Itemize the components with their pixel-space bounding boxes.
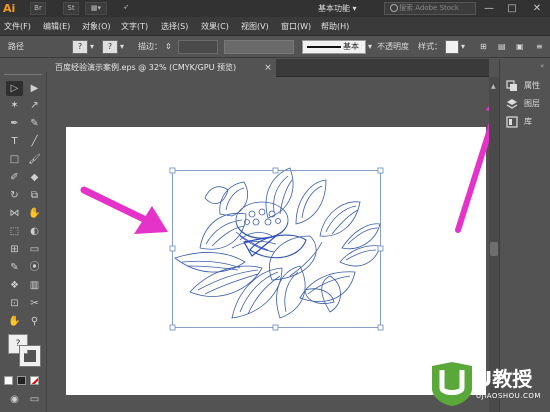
panel-properties-label: 属性 [524,81,540,90]
layers-icon [506,99,518,109]
properties-icon [506,80,517,91]
panel-properties[interactable]: 属性 [504,78,550,94]
illustrator-window: Ai Br St ▦▾ ➶ 基本功能 ▾ 搜索 Adobe Stock — □ … [0,0,550,412]
collapse-panel-icon[interactable]: « [540,62,544,70]
scrollbar-thumb[interactable] [490,242,498,256]
panel-libraries[interactable]: 库 [504,114,550,130]
watermark-url: UJIAOSHOU.COM [476,392,541,400]
annotation-arrow-left [80,186,168,234]
panel-layers[interactable]: 图层 [504,96,550,112]
panel-layers-label: 图层 [524,99,540,108]
libraries-icon [506,116,518,128]
watermark-brand: U教授 [476,367,533,391]
lotus-artwork[interactable] [174,167,381,319]
panel-libraries-label: 库 [524,117,532,126]
lotus-artwork-layer [80,84,511,331]
scroll-up-icon[interactable]: ▲ [491,83,496,90]
watermark-logo: U教授 UJIAOSHOU.COM [428,360,550,408]
